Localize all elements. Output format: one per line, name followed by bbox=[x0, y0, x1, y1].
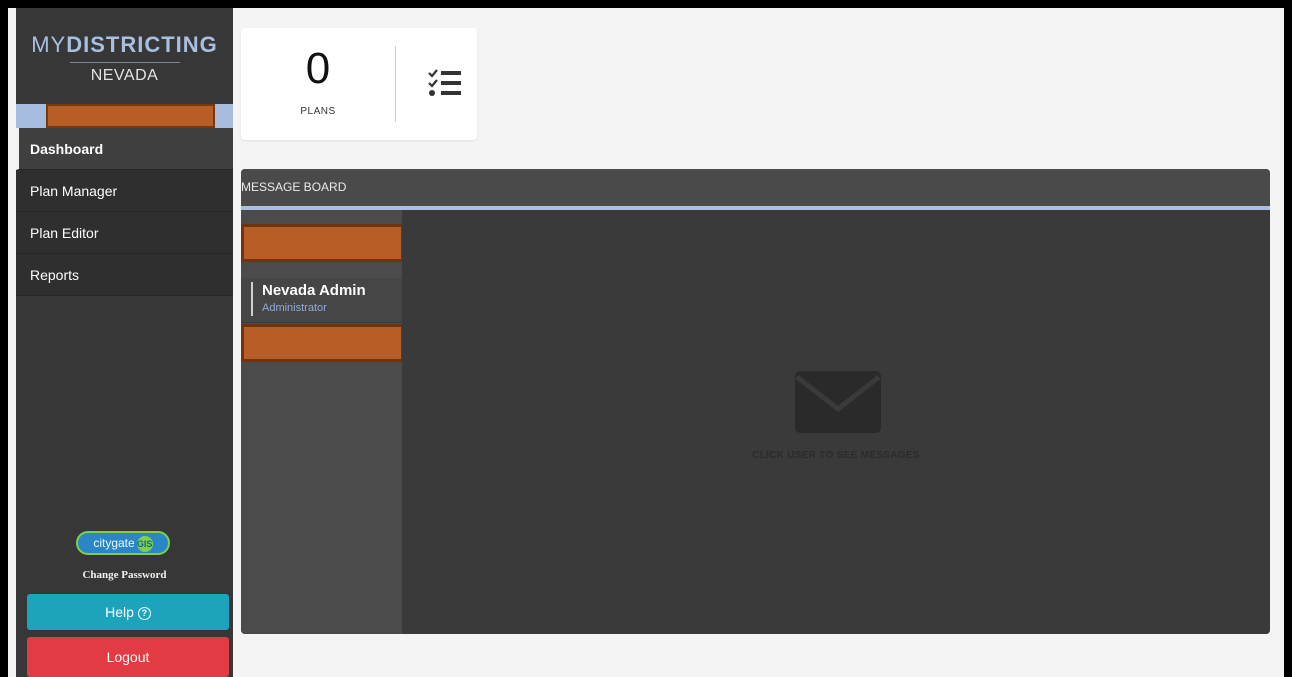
help-label: Help bbox=[105, 604, 134, 620]
brand-logo: MYDISTRICTING NEVADA bbox=[16, 8, 233, 104]
sidebar-item-plan-manager[interactable]: Plan Manager bbox=[16, 170, 233, 212]
user-name: Nevada Admin bbox=[262, 282, 366, 299]
app-window: MYDISTRICTING NEVADA Dashboard Plan Mana… bbox=[8, 8, 1284, 677]
envelope-icon bbox=[795, 371, 881, 433]
sidebar-item-label: Plan Editor bbox=[30, 225, 99, 241]
logo-badge: GIS bbox=[136, 535, 153, 552]
sidebar-item-reports[interactable]: Reports bbox=[16, 254, 233, 296]
brand-prefix: MY bbox=[31, 32, 67, 57]
brand-subtitle: NEVADA bbox=[90, 67, 159, 84]
help-circle-icon: ? bbox=[137, 606, 151, 620]
card-divider bbox=[395, 46, 396, 122]
sidebar-item-dashboard[interactable]: Dashboard bbox=[16, 128, 233, 170]
sidebar-item-label: Dashboard bbox=[30, 141, 104, 157]
sidebar: MYDISTRICTING NEVADA Dashboard Plan Mana… bbox=[16, 8, 233, 677]
sidebar-item-label: Reports bbox=[30, 267, 80, 283]
sidebar-item-plan-editor[interactable]: Plan Editor bbox=[16, 212, 233, 254]
user-role: Administrator bbox=[262, 302, 327, 314]
brand-strong: DISTRICTING bbox=[66, 32, 218, 57]
change-password-link[interactable]: Change Password bbox=[16, 569, 233, 581]
logout-label: Logout bbox=[106, 649, 150, 665]
message-board-header: MESSAGE BOARD bbox=[241, 169, 1270, 206]
plans-summary-card[interactable]: 0 PLANS bbox=[241, 28, 477, 140]
logout-button[interactable]: Logout bbox=[27, 637, 229, 677]
redacted-user-entry[interactable] bbox=[241, 324, 404, 362]
user-entry-nevada-admin[interactable]: Nevada Admin Administrator bbox=[241, 278, 402, 323]
logo-text: citygate bbox=[93, 536, 135, 550]
message-board: MESSAGE BOARD Nevada Admin Administrator… bbox=[241, 169, 1270, 634]
user-list: Nevada Admin Administrator bbox=[241, 210, 404, 634]
current-user-strip bbox=[16, 104, 233, 128]
sidebar-item-label: Plan Manager bbox=[30, 183, 118, 199]
message-board-title: MESSAGE BOARD bbox=[241, 180, 347, 194]
user-entry-bar bbox=[251, 282, 253, 316]
redacted-username bbox=[46, 104, 215, 128]
checklist-icon bbox=[428, 69, 461, 96]
citygate-logo: citygate GIS bbox=[76, 531, 170, 555]
brand-title: MYDISTRICTING bbox=[16, 32, 233, 58]
message-pane: CLICK USER TO SEE MESSAGES bbox=[402, 210, 1270, 634]
sidebar-nav: Dashboard Plan Manager Plan Editor Repor… bbox=[16, 128, 233, 296]
plans-count: 0 bbox=[305, 44, 331, 93]
help-button[interactable]: Help? bbox=[27, 594, 229, 630]
plans-label: PLANS bbox=[300, 106, 336, 117]
redacted-user-entry[interactable] bbox=[241, 224, 404, 262]
message-board-title-wrap: MESSAGE BOARD bbox=[241, 169, 346, 206]
empty-messages-text: CLICK USER TO SEE MESSAGES bbox=[752, 450, 920, 461]
brand-divider bbox=[69, 62, 180, 63]
